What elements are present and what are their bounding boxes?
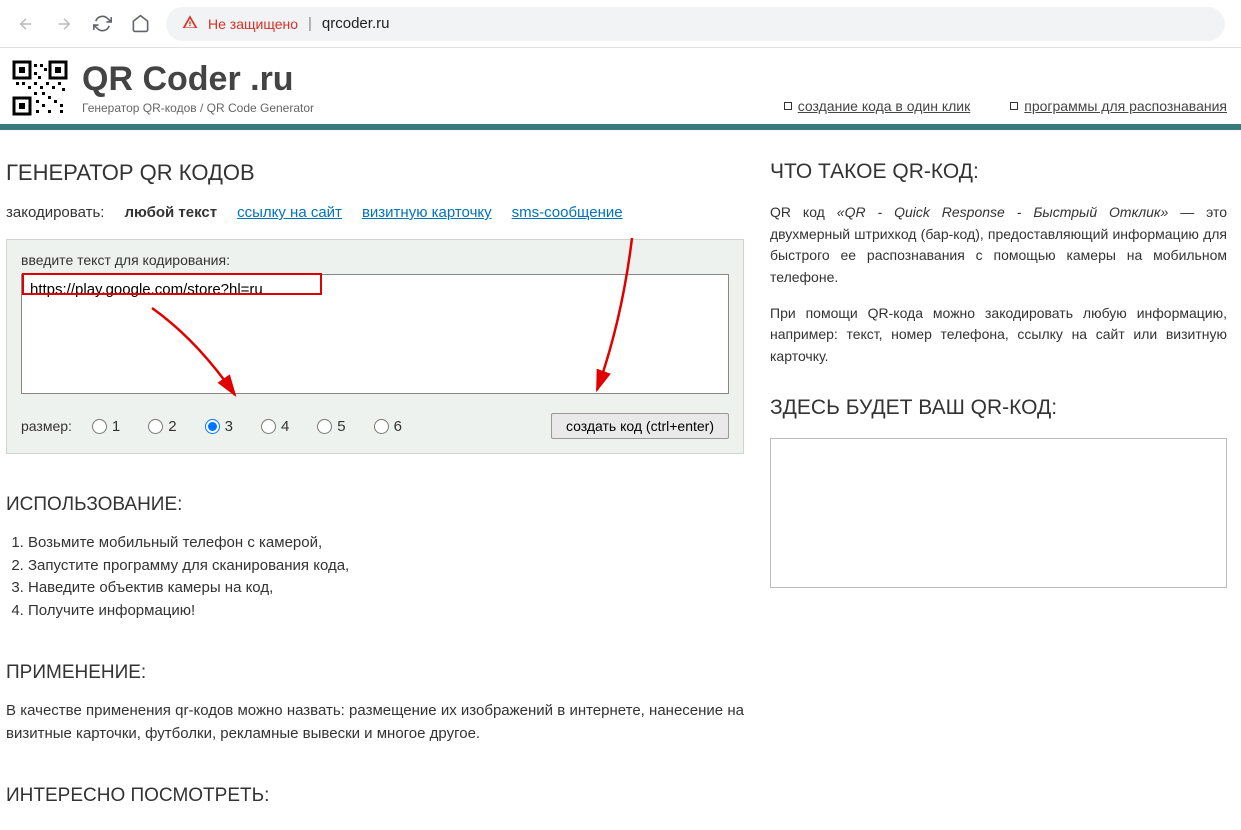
application-heading: ПРИМЕНЕНИЕ:: [6, 662, 744, 684]
address-bar[interactable]: Не защищено | qrcoder.ru: [166, 7, 1225, 41]
size-radio-2[interactable]: 2: [148, 418, 176, 435]
header-links: создание кода в один клик программы для …: [784, 98, 1227, 114]
what-paragraph-2: При помощи QR-кода можно закодировать лю…: [770, 303, 1227, 368]
link-programs[interactable]: программы для распознавания: [1010, 98, 1227, 114]
tab-vcard[interactable]: визитную карточку: [362, 204, 492, 221]
usage-step: Наведите объектив камеры на код,: [28, 577, 744, 600]
link-one-click[interactable]: создание кода в один клик: [784, 98, 971, 114]
encode-textarea[interactable]: [21, 274, 729, 394]
url-separator: |: [308, 15, 312, 32]
square-bullet-icon: [1010, 102, 1018, 110]
tab-any-text[interactable]: любой текст: [124, 204, 217, 221]
usage-step: Получите информацию!: [28, 600, 744, 623]
page-body: ГЕНЕРАТОР QR КОДОВ закодировать: любой т…: [0, 130, 1241, 823]
interesting-section: ИНТЕРЕСНО ПОСМОТРЕТЬ:: [6, 785, 744, 807]
link-programs-label: программы для распознавания: [1024, 98, 1227, 114]
size-row: размер: 1 2 3 4 5 6 создать код (ctrl+en…: [21, 413, 729, 439]
encode-form: введите текст для кодирования: размер: 1…: [6, 239, 744, 454]
what-heading: ЧТО ТАКОЕ QR-КОД:: [770, 160, 1227, 184]
what-paragraph-1: QR код «QR - Quick Response - Быстрый От…: [770, 202, 1227, 289]
browser-toolbar: Не защищено | qrcoder.ru: [0, 0, 1241, 48]
application-section: ПРИМЕНЕНИЕ: В качестве применения qr-код…: [6, 662, 744, 745]
tab-sms[interactable]: sms-сообщение: [512, 204, 623, 221]
size-radio-5[interactable]: 5: [317, 418, 345, 435]
nav-icon-group: [16, 14, 150, 34]
size-label: размер:: [21, 418, 72, 434]
encode-tabs: закодировать: любой текст ссылку на сайт…: [6, 204, 744, 221]
home-button[interactable]: [130, 14, 150, 34]
reload-button[interactable]: [92, 14, 112, 34]
site-subtitle: Генератор QR-кодов / QR Code Generator: [82, 101, 314, 115]
aside-column: ЧТО ТАКОЕ QR-КОД: QR код «QR - Quick Res…: [770, 160, 1227, 823]
site-title: QR Coder .ru: [82, 60, 314, 99]
size-radio-1[interactable]: 1: [92, 418, 120, 435]
size-radio-4[interactable]: 4: [261, 418, 289, 435]
usage-step: Запустите программу для сканирования код…: [28, 555, 744, 578]
main-heading: ГЕНЕРАТОР QR КОДОВ: [6, 160, 744, 186]
usage-heading: ИСПОЛЬЗОВАНИЕ:: [6, 494, 744, 516]
qr-logo-icon: [12, 60, 68, 116]
textarea-label: введите текст для кодирования:: [21, 252, 729, 268]
size-radio-6[interactable]: 6: [374, 418, 402, 435]
size-radios: 1 2 3 4 5 6: [92, 418, 402, 435]
application-text: В качестве применения qr-кодов можно наз…: [6, 700, 744, 745]
site-header: QR Coder .ru Генератор QR-кодов / QR Cod…: [0, 48, 1241, 124]
usage-section: ИСПОЛЬЗОВАНИЕ: Возьмите мобильный телефо…: [6, 494, 744, 622]
square-bullet-icon: [784, 102, 792, 110]
link-one-click-label: создание кода в один клик: [798, 98, 971, 114]
main-column: ГЕНЕРАТОР QR КОДОВ закодировать: любой т…: [6, 160, 744, 823]
usage-list: Возьмите мобильный телефон с камерой, За…: [6, 532, 744, 622]
size-radio-3[interactable]: 3: [205, 418, 233, 435]
create-button[interactable]: создать код (ctrl+enter): [551, 413, 729, 439]
qr-output-box: [770, 438, 1227, 588]
encode-label: закодировать:: [6, 204, 104, 221]
security-label: Не защищено: [208, 16, 298, 32]
back-button[interactable]: [16, 14, 36, 34]
usage-step: Возьмите мобильный телефон с камерой,: [28, 532, 744, 555]
tab-url[interactable]: ссылку на сайт: [237, 204, 342, 221]
warning-icon: [182, 14, 198, 33]
output-heading: ЗДЕСЬ БУДЕТ ВАШ QR-КОД:: [770, 396, 1227, 420]
interesting-heading: ИНТЕРЕСНО ПОСМОТРЕТЬ:: [6, 785, 744, 807]
forward-button[interactable]: [54, 14, 74, 34]
url-text: qrcoder.ru: [322, 15, 390, 32]
logo-text-block: QR Coder .ru Генератор QR-кодов / QR Cod…: [82, 60, 314, 115]
